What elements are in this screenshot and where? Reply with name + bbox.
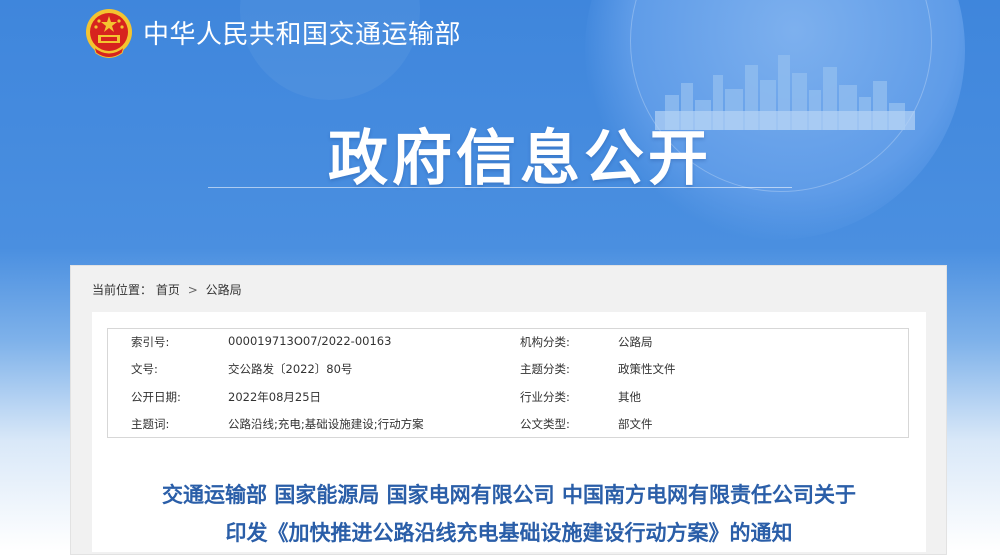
meta-label-keywords: 主题词: [131,417,170,431]
document-title: 交通运输部 国家能源局 国家电网有限公司 中国南方电网有限责任公司关于 印发《加… [92,476,926,552]
meta-value-organization: 公路局 [618,335,653,349]
site-name[interactable]: 中华人民共和国交通运输部 [143,14,461,51]
national-emblem-icon[interactable] [84,7,134,63]
document-title-line-2: 印发《加快推进公路沿线充电基础设施建设行动方案》的通知 [225,521,793,545]
meta-value-keywords: 公路沿线;充电;基础设施建设;行动方案 [228,417,424,431]
breadcrumb-prefix: 当前位置： [92,283,153,297]
meta-value-topic-category: 政策性文件 [618,362,676,376]
meta-label-organization: 机构分类: [520,335,570,349]
breadcrumb-home-link[interactable]: 首页 [156,283,180,297]
document-meta-table: 索引号: 000019713O07/2022-00163 机构分类: 公路局 文… [107,328,909,438]
meta-label-index: 索引号: [131,335,170,349]
meta-value-publish-date: 2022年08月25日 [228,390,322,404]
meta-row: 公开日期: 2022年08月25日 行业分类: 其他 [108,384,908,411]
meta-label-doc-number: 文号: [131,362,158,376]
banner-title: 政府信息公开 [328,124,712,194]
meta-row: 主题词: 公路沿线;充电;基础设施建设;行动方案 公文类型: 部文件 [108,411,908,438]
meta-value-industry-category: 其他 [618,390,641,404]
breadcrumb-highway-link[interactable]: 公路局 [206,283,242,297]
meta-value-doc-number: 交公路发〔2022〕80号 [228,362,353,376]
document-title-line-1: 交通运输部 国家能源局 国家电网有限公司 中国南方电网有限责任公司关于 [162,483,856,507]
breadcrumb: 当前位置： 首页 > 公路局 [92,281,242,298]
meta-label-document-type: 公文类型: [520,417,570,431]
banner-divider [208,187,792,188]
meta-value-document-type: 部文件 [618,417,653,431]
meta-label-publish-date: 公开日期: [131,390,181,404]
meta-value-index: 000019713O07/2022-00163 [228,334,392,348]
meta-row: 文号: 交公路发〔2022〕80号 主题分类: 政策性文件 [108,356,908,383]
breadcrumb-separator: > [187,283,198,297]
meta-row: 索引号: 000019713O07/2022-00163 机构分类: 公路局 [108,329,908,356]
meta-label-topic-category: 主题分类: [520,362,570,376]
meta-label-industry-category: 行业分类: [520,390,570,404]
